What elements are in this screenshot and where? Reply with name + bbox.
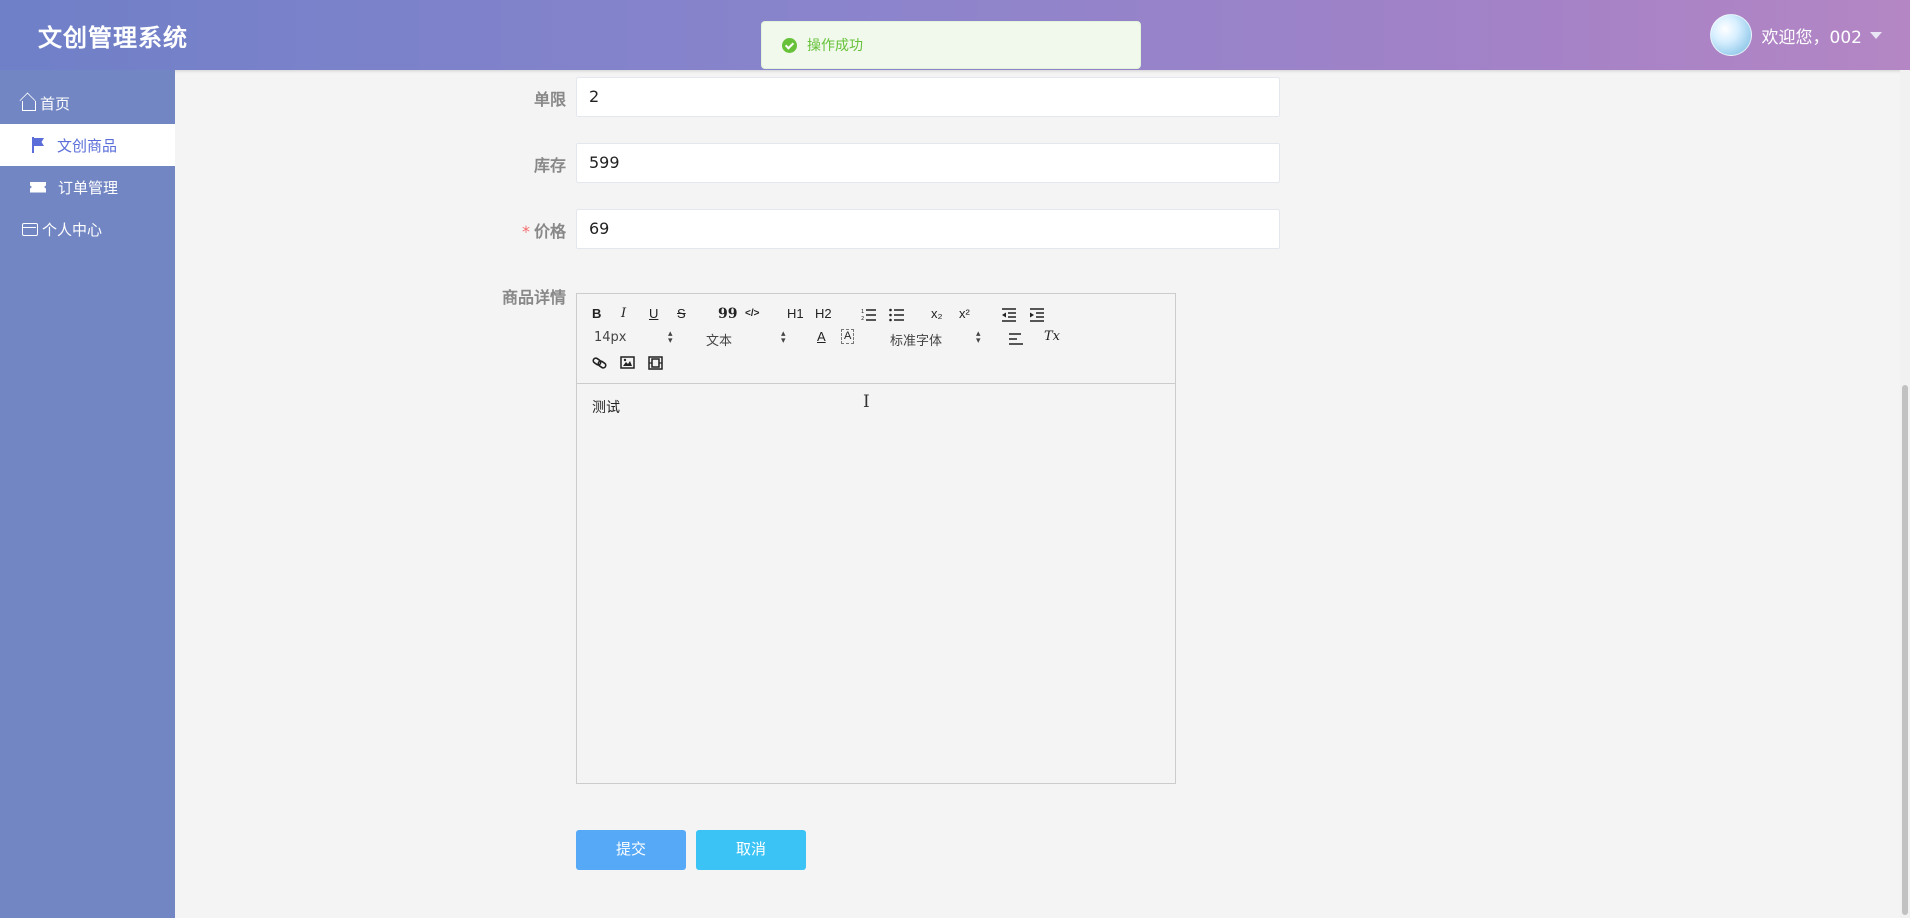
image-icon[interactable] xyxy=(620,355,636,374)
required-mark: * xyxy=(521,222,530,241)
header-select[interactable]: 文本 xyxy=(706,330,732,349)
limit-input[interactable]: 2 xyxy=(576,77,1280,117)
strike-button[interactable]: S xyxy=(677,306,686,322)
sidebar-item-home[interactable]: 首页 xyxy=(0,82,175,124)
ticket-icon xyxy=(30,181,46,193)
blockquote-button[interactable]: 99 xyxy=(718,306,737,322)
select-arrows-icon: ▴ ▾ xyxy=(976,329,981,346)
sidebar-item-label: 文创商品 xyxy=(57,136,118,155)
page-scrollbar[interactable] xyxy=(1900,70,1910,918)
video-icon[interactable] xyxy=(648,355,664,374)
ordered-list-icon[interactable]: 12 xyxy=(861,307,877,326)
bold-button[interactable]: B xyxy=(592,306,601,322)
welcome-text[interactable]: 欢迎您，002 xyxy=(1762,23,1862,48)
sidebar-item-label: 个人中心 xyxy=(42,220,103,239)
sidebar-item-orders[interactable]: 订单管理 xyxy=(0,166,175,208)
details-label: 商品详情 xyxy=(501,288,566,307)
sidebar: 首页 文创商品 订单管理 个人中心 xyxy=(0,70,175,918)
flag-icon xyxy=(31,137,45,153)
toast-message: 操作成功 xyxy=(807,38,863,54)
home-icon xyxy=(22,101,36,111)
text-color-button[interactable]: A xyxy=(817,329,826,345)
scrollbar-thumb[interactable] xyxy=(1902,385,1908,915)
stock-input[interactable]: 599 xyxy=(576,143,1280,183)
bullet-list-icon[interactable] xyxy=(889,307,905,326)
app-title: 文创管理系统 xyxy=(38,24,188,52)
success-toast: 操作成功 xyxy=(761,21,1141,69)
user-menu[interactable]: 欢迎您，002 xyxy=(1709,14,1882,56)
stock-label: 库存 xyxy=(533,156,566,175)
clean-format-button[interactable]: Tx xyxy=(1044,329,1060,345)
sidebar-item-label: 首页 xyxy=(40,94,71,113)
h2-button[interactable]: H2 xyxy=(815,306,832,322)
underline-button[interactable]: U xyxy=(649,306,658,322)
font-size-select[interactable]: 14px xyxy=(594,330,627,345)
background-color-button[interactable]: A xyxy=(841,329,855,344)
text-cursor-icon: I xyxy=(863,392,870,412)
editor-toolbar: B I U S 99 </> H1 H2 12 x₂ x² 14px ▴ ▾ 文本… xyxy=(577,294,1175,384)
avatar[interactable] xyxy=(1709,14,1752,56)
link-icon[interactable] xyxy=(592,355,608,374)
font-family-select[interactable]: 标准字体 xyxy=(890,330,942,349)
h1-button[interactable]: H1 xyxy=(787,306,804,322)
success-check-icon xyxy=(782,37,797,53)
svg-text:2: 2 xyxy=(861,316,864,322)
card-icon xyxy=(22,222,38,236)
caret-down-icon[interactable] xyxy=(1870,31,1882,39)
subscript-button[interactable]: x₂ xyxy=(931,306,943,322)
cancel-button[interactable]: 取消 xyxy=(696,830,806,870)
sidebar-item-profile[interactable]: 个人中心 xyxy=(0,208,175,250)
select-arrows-icon: ▴ ▾ xyxy=(668,329,673,346)
sidebar-item-label: 订单管理 xyxy=(58,178,119,197)
indent-icon[interactable] xyxy=(1029,307,1045,326)
rich-text-editor: B I U S 99 </> H1 H2 12 x₂ x² 14px ▴ ▾ 文本… xyxy=(576,293,1176,784)
svg-text:1: 1 xyxy=(861,309,864,315)
outdent-icon[interactable] xyxy=(1001,307,1017,326)
price-input[interactable]: 69 xyxy=(576,209,1280,249)
select-arrows-icon: ▴ ▾ xyxy=(781,329,786,346)
superscript-button[interactable]: x² xyxy=(959,306,970,322)
code-block-button[interactable]: </> xyxy=(745,306,759,322)
align-icon[interactable] xyxy=(1008,331,1024,350)
sidebar-item-products[interactable]: 文创商品 xyxy=(0,124,175,166)
italic-button[interactable]: I xyxy=(621,306,626,322)
limit-label: 单限 xyxy=(533,90,566,109)
editor-content[interactable]: 测试 xyxy=(592,397,620,417)
price-label: * 价格 xyxy=(521,222,566,241)
submit-button[interactable]: 提交 xyxy=(576,830,686,870)
